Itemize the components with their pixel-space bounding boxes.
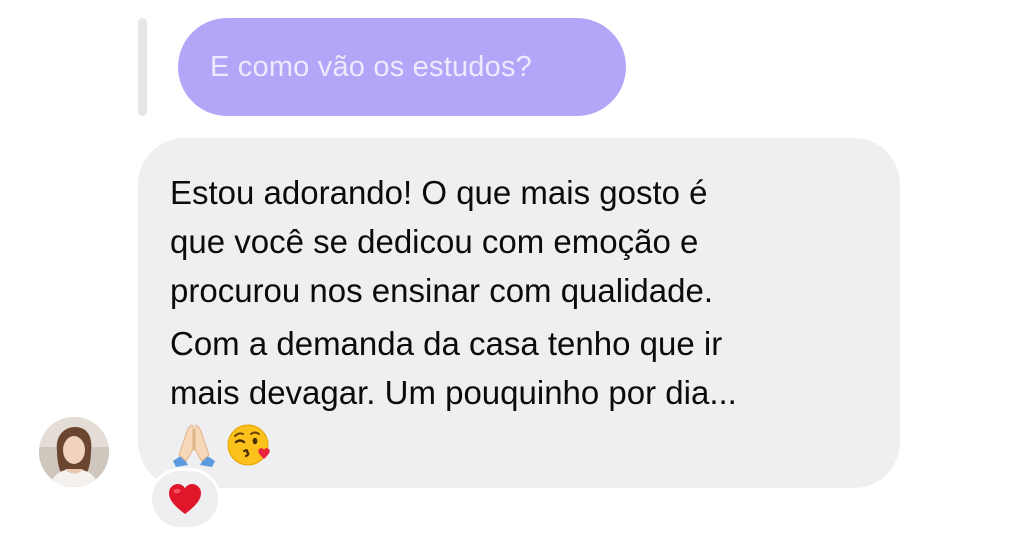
face-blowing-kiss-icon [227, 424, 270, 466]
avatar-photo [39, 417, 109, 487]
reply-indicator-bar [138, 18, 147, 116]
heart-icon [169, 484, 201, 514]
message-paragraph-1: Estou adorando! O que mais gosto é que v… [170, 168, 900, 315]
reaction-badge[interactable] [149, 468, 221, 530]
quoted-message-bubble[interactable]: E como vão os estudos? [178, 18, 626, 116]
folded-hands-icon [173, 424, 215, 467]
quoted-message-text: E como vão os estudos? [210, 50, 532, 83]
message-line: que você se dedicou com emoção e [170, 223, 699, 260]
message-line: procurou nos ensinar com qualidade. [170, 272, 714, 309]
sender-avatar[interactable] [39, 417, 109, 487]
emoji-row [170, 419, 900, 471]
message-line: Estou adorando! O que mais gosto é [170, 174, 708, 211]
message-line: mais devagar. Um pouquinho por dia... [170, 374, 737, 411]
message-paragraph-2: Com a demanda da casa tenho que ir mais … [170, 319, 900, 417]
message-line: Com a demanda da casa tenho que ir [170, 325, 723, 362]
message-bubble[interactable]: Estou adorando! O que mais gosto é que v… [138, 138, 900, 488]
